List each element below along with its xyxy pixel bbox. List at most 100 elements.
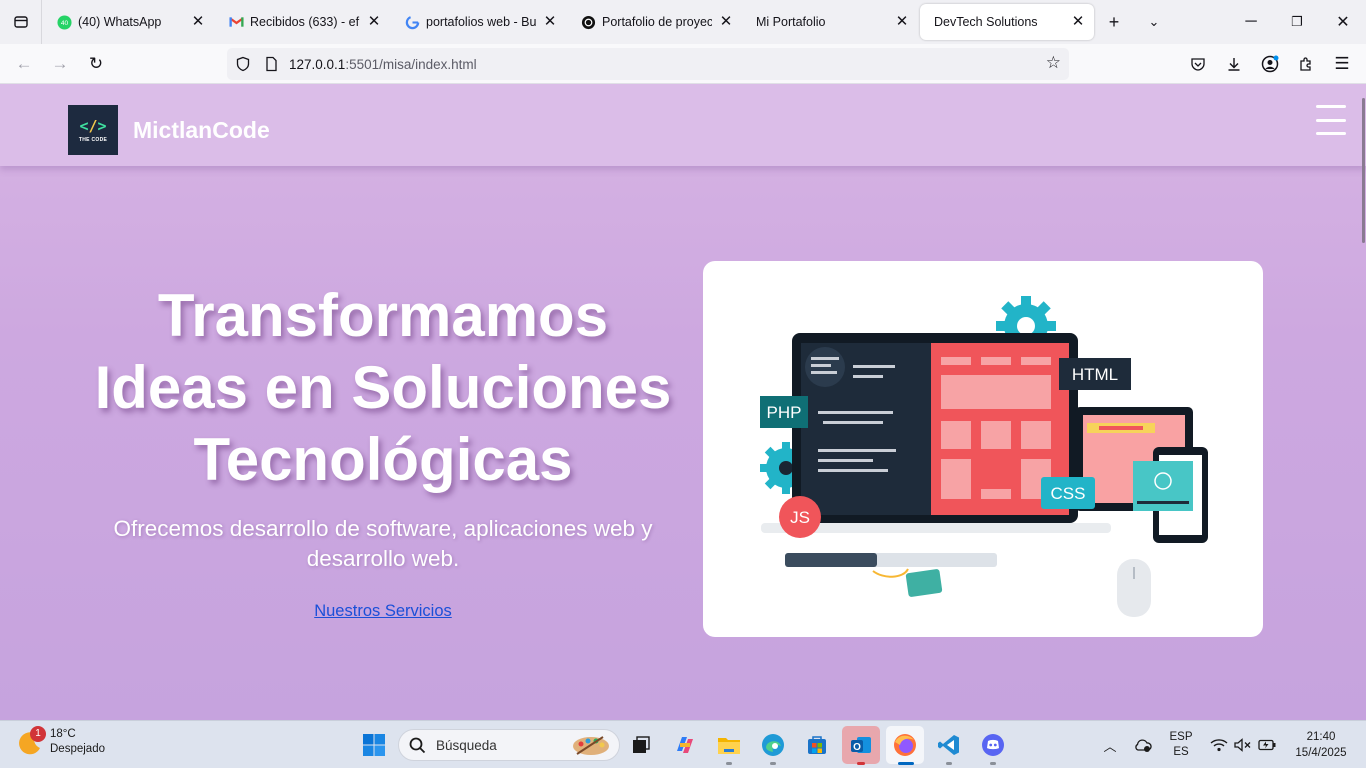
wifi-status[interactable] bbox=[1208, 721, 1230, 769]
url-text: 127.0.0.1:5501/misa/index.html bbox=[289, 57, 477, 72]
url-host: 127.0.0.1 bbox=[289, 56, 346, 72]
plus-icon: + bbox=[1108, 11, 1120, 32]
tab-portafolio-proyecto[interactable]: Portafolio de proyecto ✕ bbox=[566, 4, 742, 40]
gmail-icon bbox=[228, 14, 244, 30]
task-view-icon bbox=[633, 736, 650, 753]
volume-status[interactable] bbox=[1232, 721, 1254, 769]
copilot-button[interactable] bbox=[666, 726, 704, 764]
firefox-button[interactable] bbox=[886, 726, 924, 764]
tab-gmail[interactable]: Recibidos (633) - efrain ✕ bbox=[214, 4, 390, 40]
site-logo[interactable]: </> THE CODE bbox=[68, 105, 118, 155]
battery-status[interactable] bbox=[1256, 721, 1278, 769]
site-header: </> THE CODE MictlanCode bbox=[0, 84, 1366, 166]
store-button[interactable] bbox=[798, 726, 836, 764]
tab-list-icon bbox=[13, 16, 28, 28]
menu-bar bbox=[1316, 132, 1346, 135]
running-indicator bbox=[726, 762, 732, 765]
close-tab-icon[interactable]: ✕ bbox=[894, 14, 910, 30]
outlook-icon: O bbox=[851, 737, 871, 753]
php-label: PHP bbox=[767, 403, 802, 422]
bookmark-star-icon[interactable]: ☆ bbox=[1046, 53, 1061, 73]
start-button[interactable] bbox=[355, 726, 393, 764]
account-icon bbox=[1261, 55, 1279, 73]
tab-list-button[interactable] bbox=[0, 0, 42, 44]
vscode-button[interactable] bbox=[930, 726, 968, 764]
extensions-button[interactable] bbox=[1288, 46, 1324, 82]
logo-text: THE CODE bbox=[78, 136, 108, 143]
tab-label: DevTech Solutions bbox=[934, 15, 1038, 29]
site-menu-button[interactable] bbox=[1316, 105, 1346, 135]
microsoft-store-icon bbox=[808, 736, 826, 754]
tab-devtech-solutions[interactable]: DevTech Solutions ✕ bbox=[920, 4, 1094, 40]
language-indicator[interactable]: ESP ES bbox=[1164, 721, 1198, 769]
battery-charging-icon bbox=[1258, 739, 1276, 751]
tab-mi-portafolio[interactable]: Mi Portafolio ✕ bbox=[742, 4, 918, 40]
restore-icon: ❐ bbox=[1291, 14, 1303, 29]
google-icon bbox=[404, 14, 420, 30]
brand-name[interactable]: MictlanCode bbox=[133, 117, 270, 144]
close-tab-icon[interactable]: ✕ bbox=[190, 14, 206, 30]
code-logo-icon: </> bbox=[79, 116, 107, 135]
running-indicator bbox=[857, 762, 865, 765]
tab-whatsapp[interactable]: 40 (40) WhatsApp ✕ bbox=[42, 4, 214, 40]
list-all-tabs-button[interactable]: ⌄ bbox=[1134, 0, 1174, 44]
menu-bar bbox=[1316, 105, 1346, 108]
whatsapp-icon: 40 bbox=[56, 14, 72, 30]
cloud-sync-icon bbox=[1135, 739, 1152, 752]
running-indicator bbox=[990, 762, 996, 765]
outlook-button[interactable]: O bbox=[842, 726, 880, 764]
clock[interactable]: 21:40 15/4/2025 bbox=[1286, 721, 1356, 769]
language-code: ESP bbox=[1169, 731, 1193, 743]
tab-label: portafolios web - Busca bbox=[426, 15, 536, 29]
folder-icon bbox=[718, 738, 740, 754]
openai-icon bbox=[580, 14, 596, 30]
scrollbar-thumb[interactable] bbox=[1362, 98, 1365, 243]
hero-subtitle: Ofrecemos desarrollo de software, aplica… bbox=[113, 516, 653, 571]
arrow-right-icon: → bbox=[51, 53, 69, 73]
tab-google-search[interactable]: portafolios web - Busca ✕ bbox=[390, 4, 566, 40]
weather-widget[interactable]: 1 18°C Despejado bbox=[16, 726, 105, 757]
keyboard-layout: ES bbox=[1173, 746, 1189, 758]
shield-icon bbox=[236, 56, 250, 72]
file-explorer-button[interactable] bbox=[710, 726, 748, 764]
downloads-button[interactable] bbox=[1216, 46, 1252, 82]
account-button[interactable] bbox=[1252, 46, 1288, 82]
css-label: CSS bbox=[1051, 484, 1086, 503]
show-hidden-icons-button[interactable]: ︿ bbox=[1098, 721, 1122, 769]
developer-devices-illustration: HTML PHP CSS JS bbox=[760, 296, 1208, 617]
forward-button[interactable]: → bbox=[42, 46, 78, 82]
svg-text:O: O bbox=[853, 742, 861, 753]
active-indicator bbox=[898, 762, 914, 765]
pocket-button[interactable] bbox=[1180, 46, 1216, 82]
new-tab-button[interactable]: + bbox=[1094, 0, 1134, 44]
back-button[interactable]: ← bbox=[6, 46, 42, 82]
url-bar[interactable]: 127.0.0.1:5501/misa/index.html ☆ bbox=[227, 48, 1069, 80]
weather-condition: Despejado bbox=[50, 743, 105, 755]
taskbar-search-box[interactable]: Búsqueda bbox=[398, 729, 620, 761]
minimize-icon: ─ bbox=[1245, 13, 1257, 30]
close-icon: ✕ bbox=[1336, 14, 1350, 31]
reload-button[interactable]: ↻ bbox=[78, 46, 114, 82]
close-tab-icon[interactable]: ✕ bbox=[718, 14, 734, 30]
menu-button[interactable]: ☰ bbox=[1324, 46, 1360, 82]
services-link[interactable]: Nuestros Servicios bbox=[236, 602, 530, 621]
onedrive-sync-button[interactable] bbox=[1130, 721, 1156, 769]
close-window-button[interactable]: ✕ bbox=[1320, 0, 1366, 44]
discord-button[interactable] bbox=[974, 726, 1012, 764]
edge-icon bbox=[762, 734, 784, 756]
running-indicator bbox=[770, 762, 776, 765]
minimize-button[interactable]: ─ bbox=[1228, 0, 1274, 44]
close-tab-icon[interactable]: ✕ bbox=[542, 14, 558, 30]
arrow-left-icon: ← bbox=[15, 53, 33, 73]
clock-date: 15/4/2025 bbox=[1295, 747, 1347, 759]
html-label: HTML bbox=[1072, 365, 1118, 384]
close-tab-icon[interactable]: ✕ bbox=[1070, 14, 1086, 30]
toolbar-right-icons: ☰ bbox=[1180, 46, 1360, 82]
edge-button[interactable] bbox=[754, 726, 792, 764]
browser-tab-bar: 40 (40) WhatsApp ✕ Recibidos (633) - efr… bbox=[0, 0, 1366, 44]
tab-label: Mi Portafolio bbox=[756, 15, 826, 29]
task-view-button[interactable] bbox=[622, 726, 660, 764]
restore-button[interactable]: ❐ bbox=[1274, 0, 1320, 44]
tab-label: Portafolio de proyecto bbox=[602, 15, 712, 29]
close-tab-icon[interactable]: ✕ bbox=[366, 14, 382, 30]
